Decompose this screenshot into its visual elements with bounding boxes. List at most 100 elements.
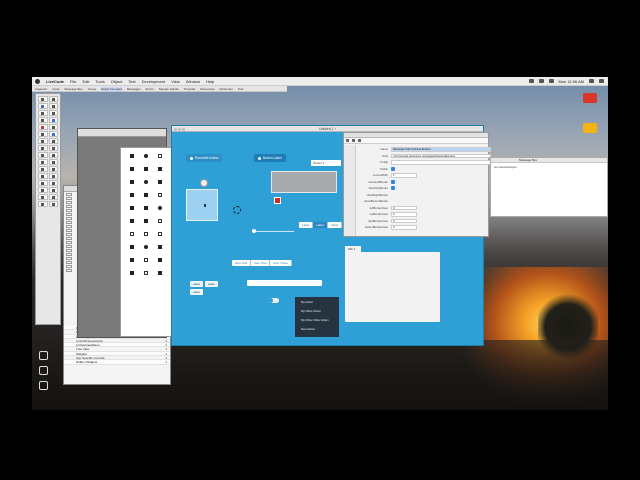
text-tool[interactable] [48, 173, 58, 179]
polygon-tool[interactable] [48, 152, 58, 158]
item-segmented-control[interactable]: Item One Item Two Item Three [232, 260, 292, 266]
toolbar-message-box[interactable]: Message Box [65, 87, 83, 91]
label-button[interactable]: Button Label [254, 154, 286, 162]
color-tool[interactable] [38, 201, 48, 207]
edit-tool[interactable] [48, 96, 58, 102]
gray-stack-titlebar[interactable] [78, 129, 166, 137]
menu-development[interactable]: Development [142, 79, 166, 84]
menu-window[interactable]: Window [186, 79, 200, 84]
toolbar-resources[interactable]: Resources [200, 87, 214, 91]
object-checkbox[interactable] [66, 269, 72, 272]
object-checkbox[interactable] [66, 205, 72, 208]
graphic-tool[interactable] [38, 131, 48, 137]
toolbar-sample-stacks[interactable]: Sample Stacks [159, 87, 179, 91]
menu-app-name[interactable]: LiveCode [46, 79, 64, 84]
close-dot[interactable] [174, 127, 177, 131]
visible-checkbox[interactable] [391, 166, 395, 171]
checkbox-tool[interactable] [38, 110, 48, 116]
document-icon[interactable] [144, 258, 148, 262]
clipboard-icon[interactable] [158, 232, 162, 236]
minus-icon[interactable] [158, 180, 162, 184]
notifications-icon[interactable] [599, 79, 604, 83]
clock[interactable]: Mon 11:56 AM [559, 79, 585, 84]
field-tool[interactable] [48, 103, 58, 109]
search-icon[interactable] [589, 79, 594, 83]
segment[interactable]: Item Two [251, 260, 271, 266]
filter-icon[interactable] [130, 245, 134, 249]
object-checkbox[interactable] [66, 225, 72, 228]
minimize-dot[interactable] [178, 127, 181, 131]
square-outline-icon[interactable] [158, 154, 162, 158]
toolbar-inspector[interactable]: Inspector [35, 87, 47, 91]
clock-icon[interactable] [144, 245, 148, 249]
selected-rectangle-widget[interactable] [186, 189, 218, 221]
menu-item[interactable]: My Other Action [298, 309, 336, 318]
object-checkbox[interactable] [66, 217, 72, 220]
rounded-rect-tool[interactable] [38, 194, 48, 200]
inspector-section-list[interactable] [344, 145, 356, 236]
spray-tool[interactable] [48, 166, 58, 172]
frame-icon[interactable] [158, 193, 162, 197]
arrow-icon[interactable] [130, 180, 134, 184]
segment[interactable]: Item Three [270, 260, 292, 266]
message-box-input[interactable]: put selectedobject [491, 163, 607, 171]
object-checkbox[interactable] [66, 237, 72, 240]
tab-1[interactable]: Tab 1 [345, 246, 361, 253]
trash-icon[interactable] [144, 206, 148, 210]
desktop-disk-red[interactable] [580, 93, 600, 103]
lock-icon[interactable] [346, 139, 349, 142]
topborderinset-field[interactable]: 0 [391, 212, 417, 217]
object-checkbox[interactable] [66, 197, 72, 200]
oval-tool[interactable] [48, 145, 58, 151]
menu-item[interactable]: My Action [298, 300, 336, 309]
object-checkbox[interactable] [66, 213, 72, 216]
dock-export-icon[interactable] [38, 381, 48, 390]
group-tool[interactable] [48, 138, 58, 144]
name-field[interactable]: Rectangle With Optional Borders [391, 147, 491, 152]
toolbar-test[interactable]: Test [238, 87, 244, 91]
table-tool[interactable] [38, 138, 48, 144]
lasso-tool[interactable] [48, 180, 58, 186]
toolbar-errors[interactable]: Errors [146, 87, 154, 91]
brush-tool[interactable] [48, 159, 58, 165]
menu-object[interactable]: Object [111, 79, 123, 84]
segment[interactable]: Item One [232, 260, 252, 266]
gear-icon[interactable] [352, 139, 355, 142]
camera-icon[interactable] [130, 193, 134, 197]
menu-view[interactable]: View [171, 79, 180, 84]
object-checkbox[interactable] [66, 245, 72, 248]
showtopborder-checkbox[interactable] [391, 186, 395, 191]
menu-item[interactable]: New Action [298, 327, 336, 336]
kind-field[interactable]: com.livecode.extensions.rectanglewithopt… [391, 153, 491, 158]
dock-power-icon[interactable] [38, 351, 48, 360]
rect-tool[interactable] [38, 145, 48, 151]
pencil-icon[interactable] [144, 219, 148, 223]
object-checkbox[interactable] [66, 249, 72, 252]
pencil-tool[interactable] [48, 187, 58, 193]
dock-crop-icon[interactable] [38, 366, 48, 375]
battery-icon[interactable] [538, 79, 544, 83]
flag-icon[interactable] [130, 271, 134, 275]
object-checkbox[interactable] [66, 261, 72, 264]
toolbar-tutorials[interactable]: Tutorials [184, 87, 195, 91]
close-icon[interactable] [130, 206, 134, 210]
tag[interactable]: Label [204, 281, 218, 287]
menu-text[interactable]: Text [128, 79, 135, 84]
dropper-tool[interactable] [38, 187, 48, 193]
widget-tool[interactable] [38, 124, 48, 130]
toolbar-group[interactable]: Group [88, 87, 96, 91]
menu-file[interactable]: File [70, 79, 76, 84]
eraser-tool[interactable] [38, 166, 48, 172]
window-icon[interactable] [144, 271, 148, 275]
scrollbar-tool[interactable] [48, 117, 58, 123]
segment[interactable]: Label [313, 222, 328, 228]
lock-icon[interactable] [158, 271, 162, 275]
rightborderinset-field[interactable]: 0 [391, 218, 417, 223]
cornerwidth-field[interactable]: 0 [391, 173, 417, 178]
wifi-icon[interactable] [528, 79, 534, 83]
square-icon[interactable] [130, 167, 134, 171]
object-checkbox[interactable] [66, 253, 72, 256]
desktop-disk-yellow[interactable] [580, 123, 600, 133]
tag-icon[interactable] [158, 258, 162, 262]
menu-tool[interactable] [38, 117, 48, 123]
